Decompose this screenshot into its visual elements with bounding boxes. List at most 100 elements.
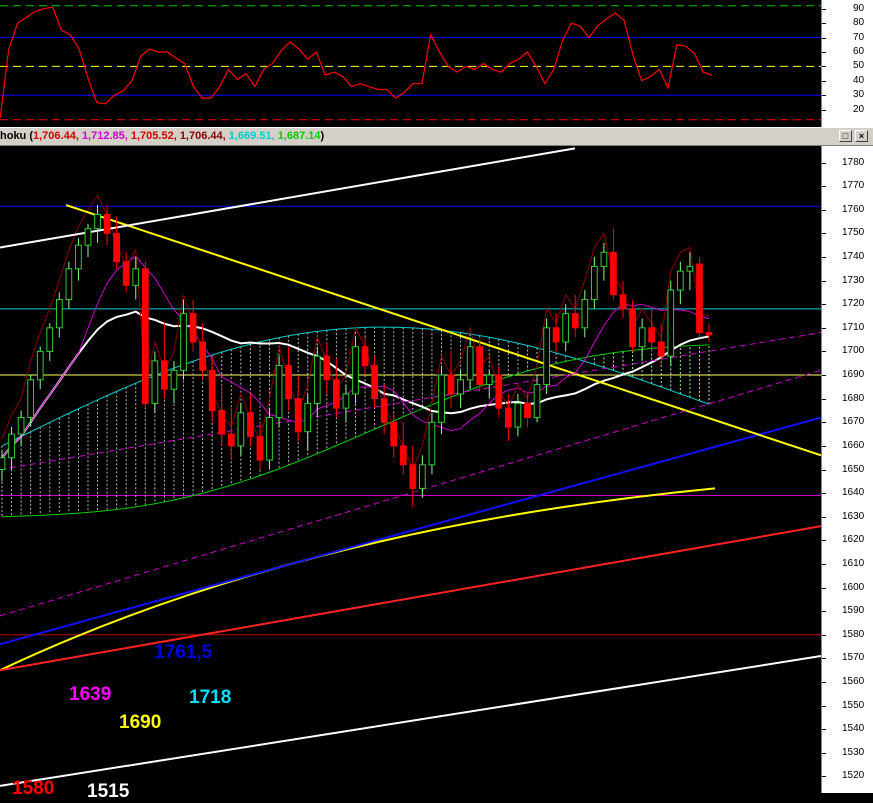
- candle-body: [113, 232, 121, 263]
- candle-body: [447, 374, 455, 395]
- candle: [132, 256, 140, 300]
- price-tick-1650: 1650: [842, 463, 865, 475]
- price-tick-1620: 1620: [842, 534, 865, 546]
- candle-body: [524, 402, 531, 419]
- price-tick-1550: 1550: [842, 699, 865, 711]
- candle: [75, 238, 82, 281]
- price-tick-mark: [822, 611, 826, 613]
- candle-body: [323, 355, 331, 381]
- price-tick-1530: 1530: [842, 746, 865, 758]
- candle: [304, 393, 312, 451]
- price-tick-1560: 1560: [842, 676, 865, 688]
- restore-button[interactable]: □: [839, 130, 852, 142]
- oscillator-tick-mark: [822, 109, 826, 111]
- candle: [151, 351, 159, 413]
- candle-body: [27, 379, 35, 419]
- candle-body: [667, 289, 675, 357]
- candle: [457, 370, 464, 409]
- candle: [227, 408, 235, 461]
- price-tick-1770: 1770: [842, 180, 865, 192]
- indicator-value-4: 1,706.44,: [179, 130, 229, 142]
- candle-body: [466, 346, 474, 381]
- candle: [476, 339, 484, 392]
- candle-body: [285, 365, 292, 400]
- oscillator-tick-50: 50: [853, 60, 865, 72]
- candle-body: [256, 435, 264, 461]
- candle-body: [65, 268, 73, 300]
- candle-body: [562, 313, 570, 343]
- candle-body: [17, 417, 25, 435]
- candle-body: [132, 268, 140, 286]
- candle-body: [342, 393, 350, 409]
- price-tick-mark: [822, 280, 826, 282]
- price-tick-mark: [822, 351, 826, 353]
- price-tick-mark: [822, 422, 826, 424]
- candle-body: [189, 313, 197, 343]
- oscillator-tick-30: 30: [853, 89, 865, 101]
- close-button[interactable]: ×: [855, 130, 868, 142]
- oscillator-y-axis: 20 30 40 50 60 70 80 90: [821, 0, 873, 127]
- candle: [504, 393, 512, 442]
- candle-body: [313, 355, 321, 404]
- oscillator-tick-mark: [822, 37, 826, 39]
- candle: [447, 351, 455, 409]
- oscillator-panel[interactable]: [0, 0, 821, 127]
- price-tick-1780: 1780: [842, 156, 865, 168]
- candle: [419, 455, 426, 498]
- price-tick-1640: 1640: [842, 487, 865, 499]
- oscillator-tick-mark: [822, 66, 826, 68]
- candle: [409, 445, 417, 508]
- oscillator-tick-mark: [822, 8, 826, 10]
- candle: [247, 393, 254, 446]
- candle: [17, 410, 25, 446]
- candle: [438, 365, 445, 435]
- price-tick-mark: [822, 469, 826, 471]
- price-chart: [0, 147, 821, 787]
- candle-body: [371, 365, 378, 400]
- price-tick-1710: 1710: [842, 321, 865, 333]
- candle-body: [199, 341, 207, 371]
- candle-body: [266, 417, 273, 461]
- candle-body: [610, 251, 617, 296]
- candle: [543, 318, 550, 394]
- price-panel[interactable]: [0, 146, 821, 793]
- candle-body: [409, 464, 417, 489]
- price-tick-1540: 1540: [842, 723, 865, 735]
- candle: [275, 356, 283, 427]
- candle-body: [361, 346, 369, 367]
- oscillator-tick-mark: [822, 51, 826, 53]
- trendline-blue: [0, 416, 821, 646]
- candle-body: [390, 421, 398, 447]
- annotation-1761-5: 1761,5: [154, 642, 213, 663]
- candle: [180, 299, 187, 380]
- price-tick-1690: 1690: [842, 369, 865, 381]
- price-tick-mark: [822, 705, 826, 707]
- candle: [266, 408, 273, 470]
- price-panel-header: hoku (1,706.44, 1,712.85, 1,705.52, 1,70…: [0, 127, 873, 146]
- price-tick-1740: 1740: [842, 250, 865, 262]
- annotation-1639: 1639: [69, 684, 112, 705]
- price-tick-1600: 1600: [842, 581, 865, 593]
- candle: [237, 403, 245, 456]
- price-tick-1700: 1700: [842, 345, 865, 357]
- candle: [208, 356, 216, 423]
- candle: [323, 341, 331, 394]
- candle: [8, 426, 15, 470]
- price-tick-mark: [822, 752, 826, 754]
- candle-body: [0, 457, 6, 470]
- candle-body: [161, 360, 168, 390]
- price-tick-1730: 1730: [842, 274, 865, 286]
- candle-body: [170, 369, 178, 390]
- channel-upper: [0, 332, 821, 470]
- indicator-value-1: 1,706.44,: [33, 130, 82, 142]
- price-tick-mark: [822, 634, 826, 636]
- candle: [161, 323, 168, 399]
- candle: [352, 337, 359, 404]
- candle: [696, 256, 703, 338]
- candle: [256, 422, 264, 470]
- candle: [141, 261, 149, 409]
- candle: [199, 323, 207, 380]
- candle-body: [504, 407, 512, 428]
- candle: [65, 261, 73, 309]
- price-tick-mark: [822, 209, 826, 211]
